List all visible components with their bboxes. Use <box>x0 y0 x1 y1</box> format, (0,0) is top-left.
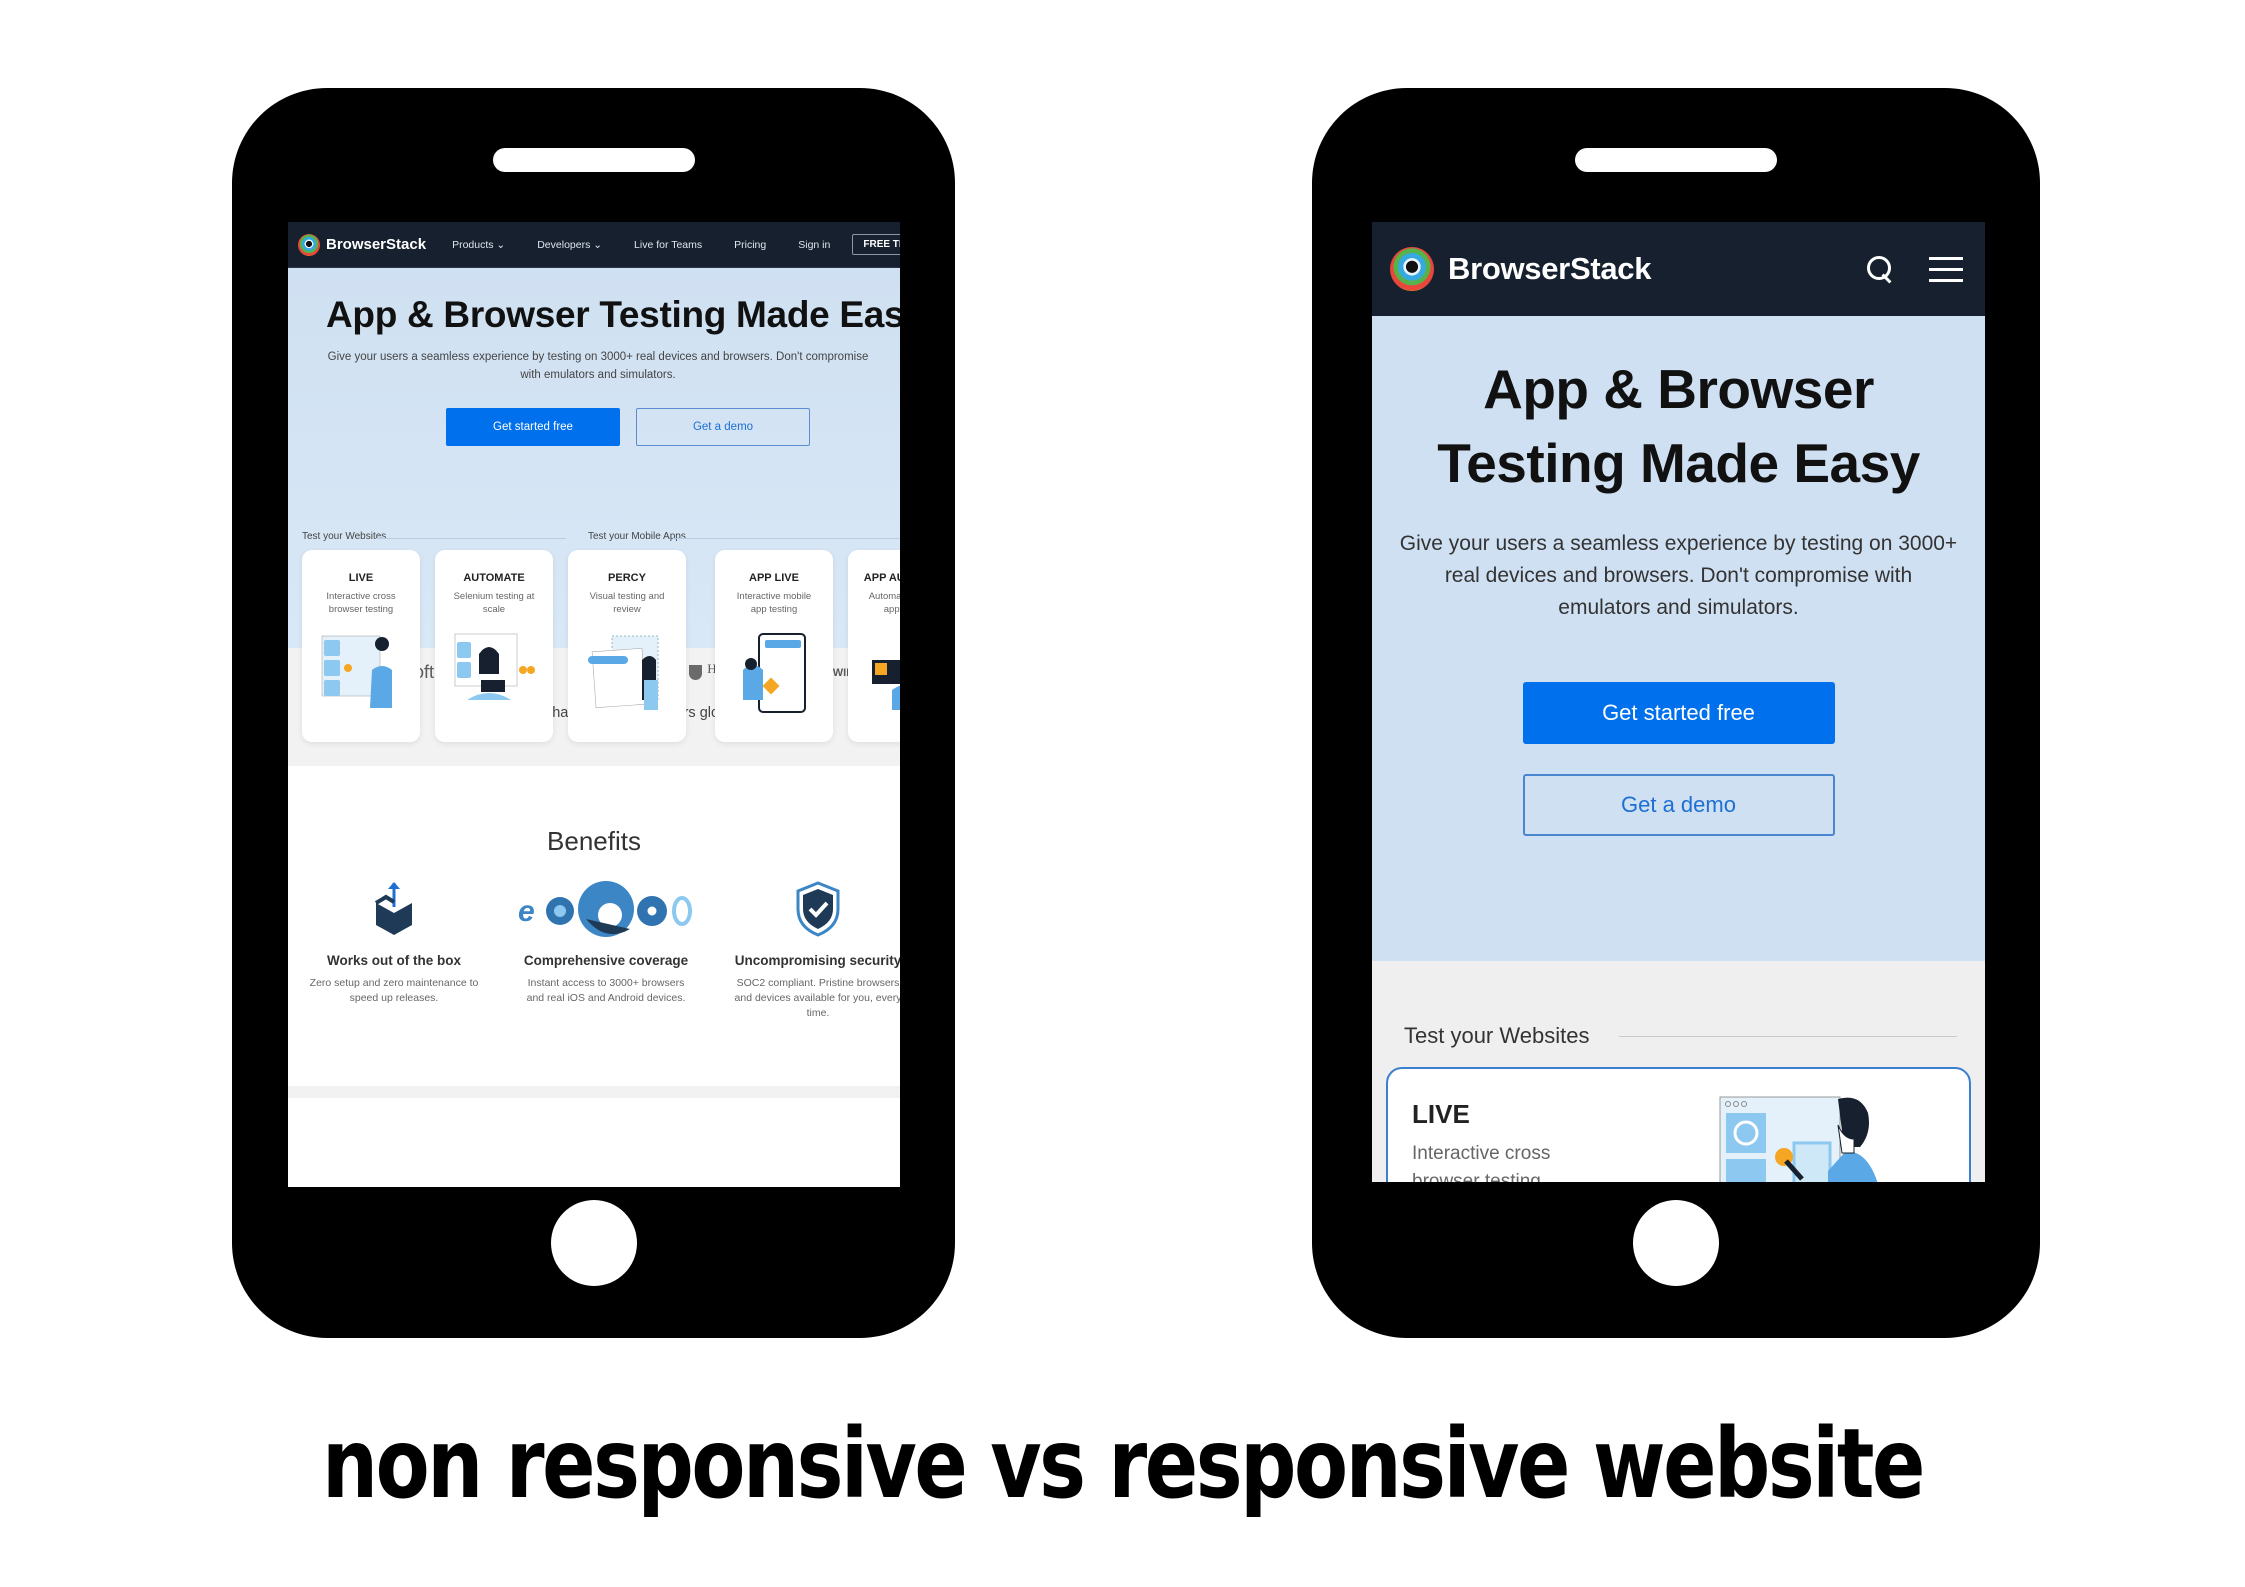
benefits-section: Benefits Works out of the box Zero setup… <box>288 766 900 1086</box>
svg-text:e: e <box>518 895 535 928</box>
nav-item-pricing[interactable]: Pricing <box>734 239 766 251</box>
free-trial-button[interactable]: FREE TRIAL <box>852 234 900 255</box>
benefit-title: Comprehensive coverage <box>523 953 689 968</box>
percy-illustration-icon <box>582 630 672 716</box>
benefit-description: SOC2 compliant. Pristine browsers and de… <box>734 977 900 1019</box>
card-title: APP LIVE <box>749 572 799 584</box>
browserstack-logo-icon[interactable] <box>298 233 320 256</box>
hero-title-line-1: App & Browser <box>1483 358 1874 420</box>
live-illustration-icon <box>316 630 406 716</box>
benefit-item: Works out of the box Zero setup and zero… <box>288 877 500 1021</box>
product-card-automate[interactable]: AUTOMATE Selenium testing at scale <box>435 550 553 742</box>
hamburger-menu-icon[interactable] <box>1929 256 1963 282</box>
phone-non-responsive: BrowserStack Products ⌄ Developers ⌄ Liv… <box>232 88 955 1338</box>
automate-illustration-icon <box>449 630 539 716</box>
card-title: PERCY <box>608 572 646 584</box>
desktop-navbar: BrowserStack Products ⌄ Developers ⌄ Liv… <box>288 222 900 268</box>
card-description: Automated mobile app testing <box>868 591 900 615</box>
hero-section: App & Browser Testing Made Easy Give you… <box>1372 316 1985 961</box>
product-card-live[interactable]: LIVE Interactive cross browser testing <box>1386 1067 1971 1182</box>
brand-name[interactable]: BrowserStack <box>1448 251 1865 287</box>
product-card-live[interactable]: LIVE Interactive cross browser testing <box>302 550 420 742</box>
get-started-free-button[interactable]: Get started free <box>1522 682 1835 744</box>
card-description: Interactive cross browser testing <box>1412 1143 1551 1182</box>
phone-speaker <box>1575 148 1777 172</box>
card-title: APP AUTOMATE <box>863 572 900 584</box>
browserstack-logo-icon[interactable] <box>1390 247 1434 291</box>
hero-title-line-2: Testing Made Easy <box>1437 432 1920 494</box>
nav-item-developers[interactable]: Developers ⌄ <box>537 239 602 251</box>
phone-screen-responsive: BrowserStack App & Browser Testing Made … <box>1372 222 1985 1182</box>
brand-name[interactable]: BrowserStack <box>326 236 426 253</box>
test-websites-label: Test your Websites <box>302 531 387 542</box>
home-button <box>1633 1200 1719 1286</box>
card-description: Visual testing and review <box>589 591 665 615</box>
comparison-caption: non responsive vs responsive website <box>322 1408 1925 1520</box>
nav-item-live-for-teams[interactable]: Live for Teams <box>634 239 702 251</box>
get-started-free-button[interactable]: Get started free <box>446 408 620 446</box>
card-title: AUTOMATE <box>463 572 525 584</box>
live-illustration-icon <box>1718 1095 1888 1182</box>
phone-speaker <box>492 148 695 172</box>
nav-item-sign-in[interactable]: Sign in <box>798 239 830 251</box>
app-automate-illustration-icon <box>862 630 900 716</box>
benefit-item: e Comprehensive coverage Instant access … <box>500 877 712 1021</box>
phone-screen-non-responsive: BrowserStack Products ⌄ Developers ⌄ Liv… <box>288 222 900 1187</box>
hero-subtitle: Give your users a seamless experience by… <box>1399 532 1958 619</box>
product-card-percy[interactable]: PERCY Visual testing and review <box>568 550 686 742</box>
phone-responsive: BrowserStack App & Browser Testing Made … <box>1312 88 2040 1338</box>
benefit-title: Works out of the box <box>327 953 461 968</box>
hero-subtitle: Give your users a seamless experience by… <box>327 351 869 381</box>
get-a-demo-button[interactable]: Get a demo <box>636 408 810 446</box>
get-a-demo-button[interactable]: Get a demo <box>1522 774 1835 836</box>
product-card-app-live[interactable]: APP LIVE Interactive mobile app testing <box>715 550 833 742</box>
box-upload-icon <box>288 877 500 941</box>
hero-title: App & Browser Testing Made Easy <box>326 294 900 335</box>
products-section: Test your Websites LIVE Interactive cros… <box>1372 961 1985 1182</box>
card-description: Interactive cross browser testing <box>326 591 396 615</box>
benefit-item: Uncompromising security SOC2 compliant. … <box>712 877 900 1021</box>
mobile-navbar: BrowserStack <box>1372 222 1985 316</box>
product-card-app-automate[interactable]: APP AUTOMATE Automated mobile app testin… <box>848 550 900 742</box>
search-icon[interactable] <box>1865 254 1895 284</box>
divider <box>673 538 900 539</box>
benefits-title: Benefits <box>547 826 641 856</box>
shield-check-icon <box>712 877 900 941</box>
benefit-title: Uncompromising security <box>734 953 900 968</box>
test-mobile-apps-label: Test your Mobile Apps <box>588 531 686 542</box>
divider <box>376 538 566 539</box>
card-description: Interactive mobile app testing <box>736 591 812 615</box>
card-title: LIVE <box>348 572 374 584</box>
benefit-description: Instant access to 3000+ browsers and rea… <box>526 977 686 1004</box>
divider <box>1619 1035 1957 1037</box>
card-description: Selenium testing at scale <box>453 591 535 615</box>
browsers-icon: e <box>500 877 712 941</box>
benefit-description: Zero setup and zero maintenance to speed… <box>309 977 479 1004</box>
footer-strip <box>288 1086 900 1098</box>
app-live-illustration-icon <box>729 630 819 716</box>
home-button <box>550 1200 637 1286</box>
nav-item-products[interactable]: Products ⌄ <box>452 239 505 251</box>
hero-section: App & Browser Testing Made Easy Give you… <box>288 268 900 742</box>
hero-title: App & Browser Testing Made Easy <box>1372 352 1985 500</box>
test-websites-label: Test your Websites <box>1404 1023 1590 1048</box>
